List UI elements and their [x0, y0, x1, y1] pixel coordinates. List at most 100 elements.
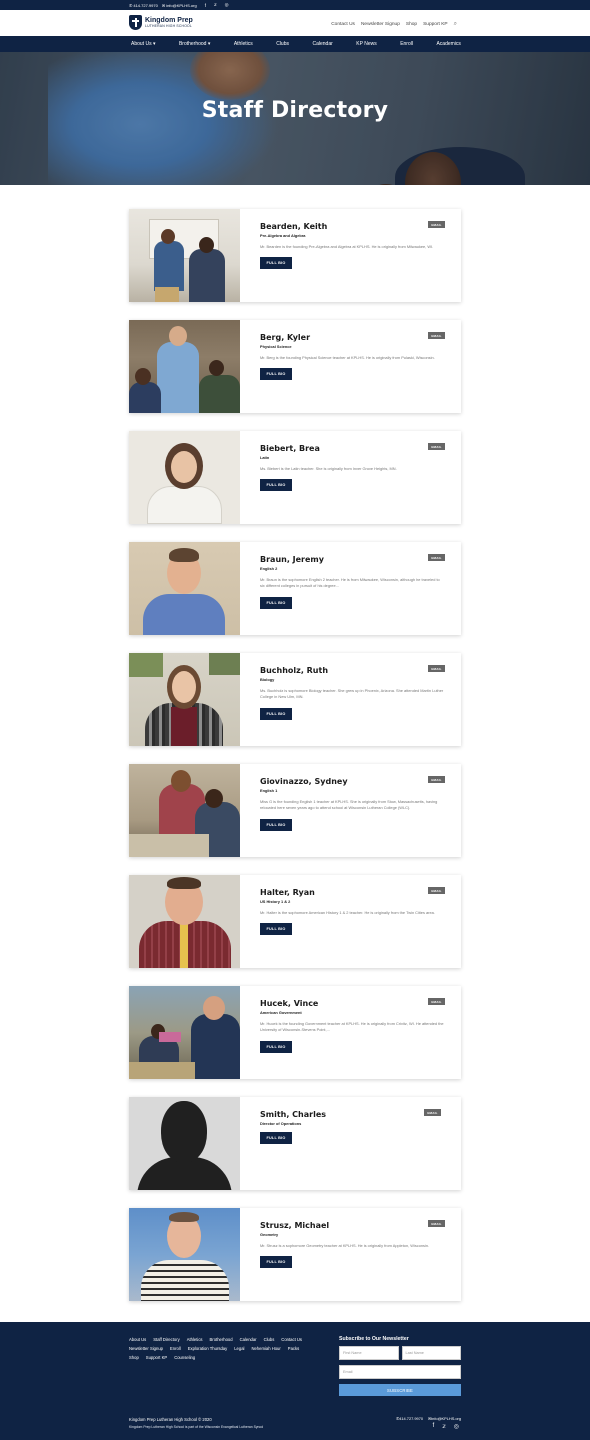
site-logo[interactable]: Kingdom Prep LUTHERAN HIGH SCHOOL: [129, 15, 193, 30]
nav-kp-news[interactable]: KP News: [356, 41, 376, 47]
staff-card: Hucek, Vince American Government Mr. Huc…: [129, 986, 461, 1079]
search-icon[interactable]: ⌕: [454, 21, 457, 28]
staff-description: Mr. Strusz is a sophomore Geometry teach…: [260, 1242, 430, 1248]
staff-description: Miss G is the founding English 1 teacher…: [260, 798, 438, 811]
footer-link[interactable]: Athletics: [187, 1337, 203, 1342]
topbar-email-text: info@KPLHS.org: [166, 2, 197, 8]
footer-email[interactable]: ✉info@KPLHS.org: [428, 1416, 461, 1421]
footer-link[interactable]: Packs: [288, 1346, 299, 1351]
footer-link[interactable]: Contact Us: [281, 1337, 302, 1342]
nav-athletics[interactable]: Athletics: [234, 41, 253, 47]
email-button[interactable]: EMAIL: [428, 332, 445, 339]
header-link-contact[interactable]: Contact Us: [331, 22, 355, 27]
topbar-email[interactable]: ✉ info@KPLHS.org: [162, 3, 197, 8]
footer-link[interactable]: Legal: [234, 1346, 244, 1351]
site-header: Kingdom Prep LUTHERAN HIGH SCHOOL Contac…: [0, 10, 590, 36]
staff-description: Ms. Biebert is the Latin teacher. She is…: [260, 465, 397, 471]
footer-link[interactable]: Brotherhood: [210, 1337, 233, 1342]
staff-subject: Director of Operations: [260, 1120, 302, 1126]
email-button[interactable]: EMAIL: [428, 554, 445, 561]
nav-brotherhood[interactable]: Brotherhood ▾: [179, 41, 210, 47]
nav-clubs[interactable]: Clubs: [276, 41, 289, 47]
footer-link[interactable]: Support KP: [146, 1355, 167, 1360]
staff-subject: US History 1 & 2: [260, 898, 291, 904]
full-bio-button[interactable]: FULL BIO: [260, 1041, 292, 1054]
staff-photo-placeholder: [129, 1097, 240, 1190]
full-bio-button[interactable]: FULL BIO: [260, 479, 292, 492]
footer-link[interactable]: Newsletter Signup: [129, 1346, 163, 1351]
staff-name: Smith, Charles: [260, 1110, 327, 1119]
staff-card: Strusz, Michael Geometry Mr. Strusz is a…: [129, 1208, 461, 1301]
footer-link[interactable]: Clubs: [264, 1337, 275, 1342]
full-bio-button[interactable]: FULL BIO: [260, 708, 292, 721]
staff-name: Bearden, Keith: [260, 222, 328, 231]
nav-academics[interactable]: Academics: [436, 41, 460, 47]
instagram-icon[interactable]: ◎: [225, 2, 229, 8]
footer-link[interactable]: About Us: [129, 1337, 146, 1342]
email-button[interactable]: EMAIL: [428, 776, 445, 783]
full-bio-button[interactable]: FULL BIO: [260, 1256, 292, 1269]
staff-subject: Pre-Algebra and Algebra: [260, 232, 306, 238]
twitter-icon[interactable]: 𝕫: [214, 2, 217, 8]
footer-link[interactable]: Enroll: [170, 1346, 181, 1351]
email-button[interactable]: EMAIL: [428, 887, 445, 894]
staff-photo: [129, 1208, 240, 1301]
last-name-field[interactable]: Last Name: [401, 1346, 461, 1360]
full-bio-button[interactable]: FULL BIO: [260, 1131, 292, 1144]
staff-photo: [129, 431, 240, 524]
footer-contact: ✆414.727.9970 ✉info@KPLHS.org: [396, 1416, 461, 1421]
newsletter-title: Subscribe to Our Newsletter: [339, 1336, 409, 1342]
footer-link[interactable]: Counseling: [174, 1355, 195, 1360]
instagram-icon[interactable]: ◎: [454, 1423, 459, 1430]
staff-subject: Geometry: [260, 1231, 279, 1237]
footer-link[interactable]: Staff Directory: [153, 1337, 179, 1342]
footer-link[interactable]: Exploration Thursday: [188, 1346, 228, 1351]
header-link-shop[interactable]: Shop: [406, 22, 417, 27]
topbar-phone[interactable]: ✆ 414.727.9970: [129, 3, 158, 8]
copyright: Kingdom Prep Lutheran High School © 2020: [129, 1417, 212, 1422]
email-button[interactable]: EMAIL: [424, 1109, 441, 1116]
full-bio-button[interactable]: FULL BIO: [260, 597, 292, 610]
staff-photo: [129, 653, 240, 746]
facebook-icon[interactable]: f: [433, 1423, 435, 1430]
staff-photo: [129, 986, 240, 1079]
footer-phone[interactable]: ✆414.727.9970: [396, 1416, 423, 1421]
hero-banner: Staff Directory: [0, 52, 590, 185]
footer-links: About Us Staff Directory Athletics Broth…: [129, 1337, 309, 1360]
nav-calendar[interactable]: Calendar: [312, 41, 332, 47]
phone-icon: ✆: [129, 2, 133, 8]
footer-email-text: info@KPLHS.org: [431, 1416, 461, 1421]
full-bio-button[interactable]: FULL BIO: [260, 257, 292, 270]
footer-link[interactable]: Nehemiah Hour: [251, 1346, 280, 1351]
full-bio-button[interactable]: FULL BIO: [260, 819, 292, 832]
nav-about-us[interactable]: About Us ▾: [131, 41, 155, 47]
synod-note: Kingdom Prep Lutheran High School is par…: [129, 1425, 264, 1429]
staff-subject: Physical Science: [260, 343, 292, 349]
staff-card: Buchholz, Ruth Biology Ms. Buchholz is s…: [129, 653, 461, 746]
facebook-icon[interactable]: f: [205, 3, 206, 8]
header-link-newsletter[interactable]: Newsletter Signup: [361, 22, 400, 27]
staff-description: Mr. Bearden is the founding Pre-Algebra …: [260, 243, 434, 249]
header-link-support[interactable]: Support KP: [423, 22, 448, 27]
email-button[interactable]: EMAIL: [428, 221, 445, 228]
full-bio-button[interactable]: FULL BIO: [260, 368, 292, 381]
footer-link[interactable]: Calendar: [240, 1337, 257, 1342]
nav-enroll[interactable]: Enroll: [400, 41, 413, 47]
email-button[interactable]: EMAIL: [428, 998, 445, 1005]
staff-subject: English 2: [260, 565, 278, 571]
staff-description: Mr. Hucek is the founding Government tea…: [260, 1020, 444, 1033]
staff-subject: American Government: [260, 1009, 302, 1015]
email-button[interactable]: EMAIL: [428, 443, 445, 450]
full-bio-button[interactable]: FULL BIO: [260, 923, 292, 936]
staff-name: Strusz, Michael: [260, 1221, 330, 1230]
email-field[interactable]: Email: [339, 1365, 461, 1379]
staff-photo: [129, 542, 240, 635]
first-name-field[interactable]: First Name: [339, 1346, 399, 1360]
subscribe-button[interactable]: SUBSCRIBE: [339, 1384, 461, 1396]
footer-link[interactable]: Shop: [129, 1355, 139, 1360]
email-button[interactable]: EMAIL: [428, 665, 445, 672]
twitter-icon[interactable]: 𝕫: [442, 1423, 446, 1430]
email-button[interactable]: EMAIL: [428, 1220, 445, 1227]
staff-card: Smith, Charles Director of Operations FU…: [129, 1097, 461, 1190]
page-title: Staff Directory: [201, 98, 389, 123]
